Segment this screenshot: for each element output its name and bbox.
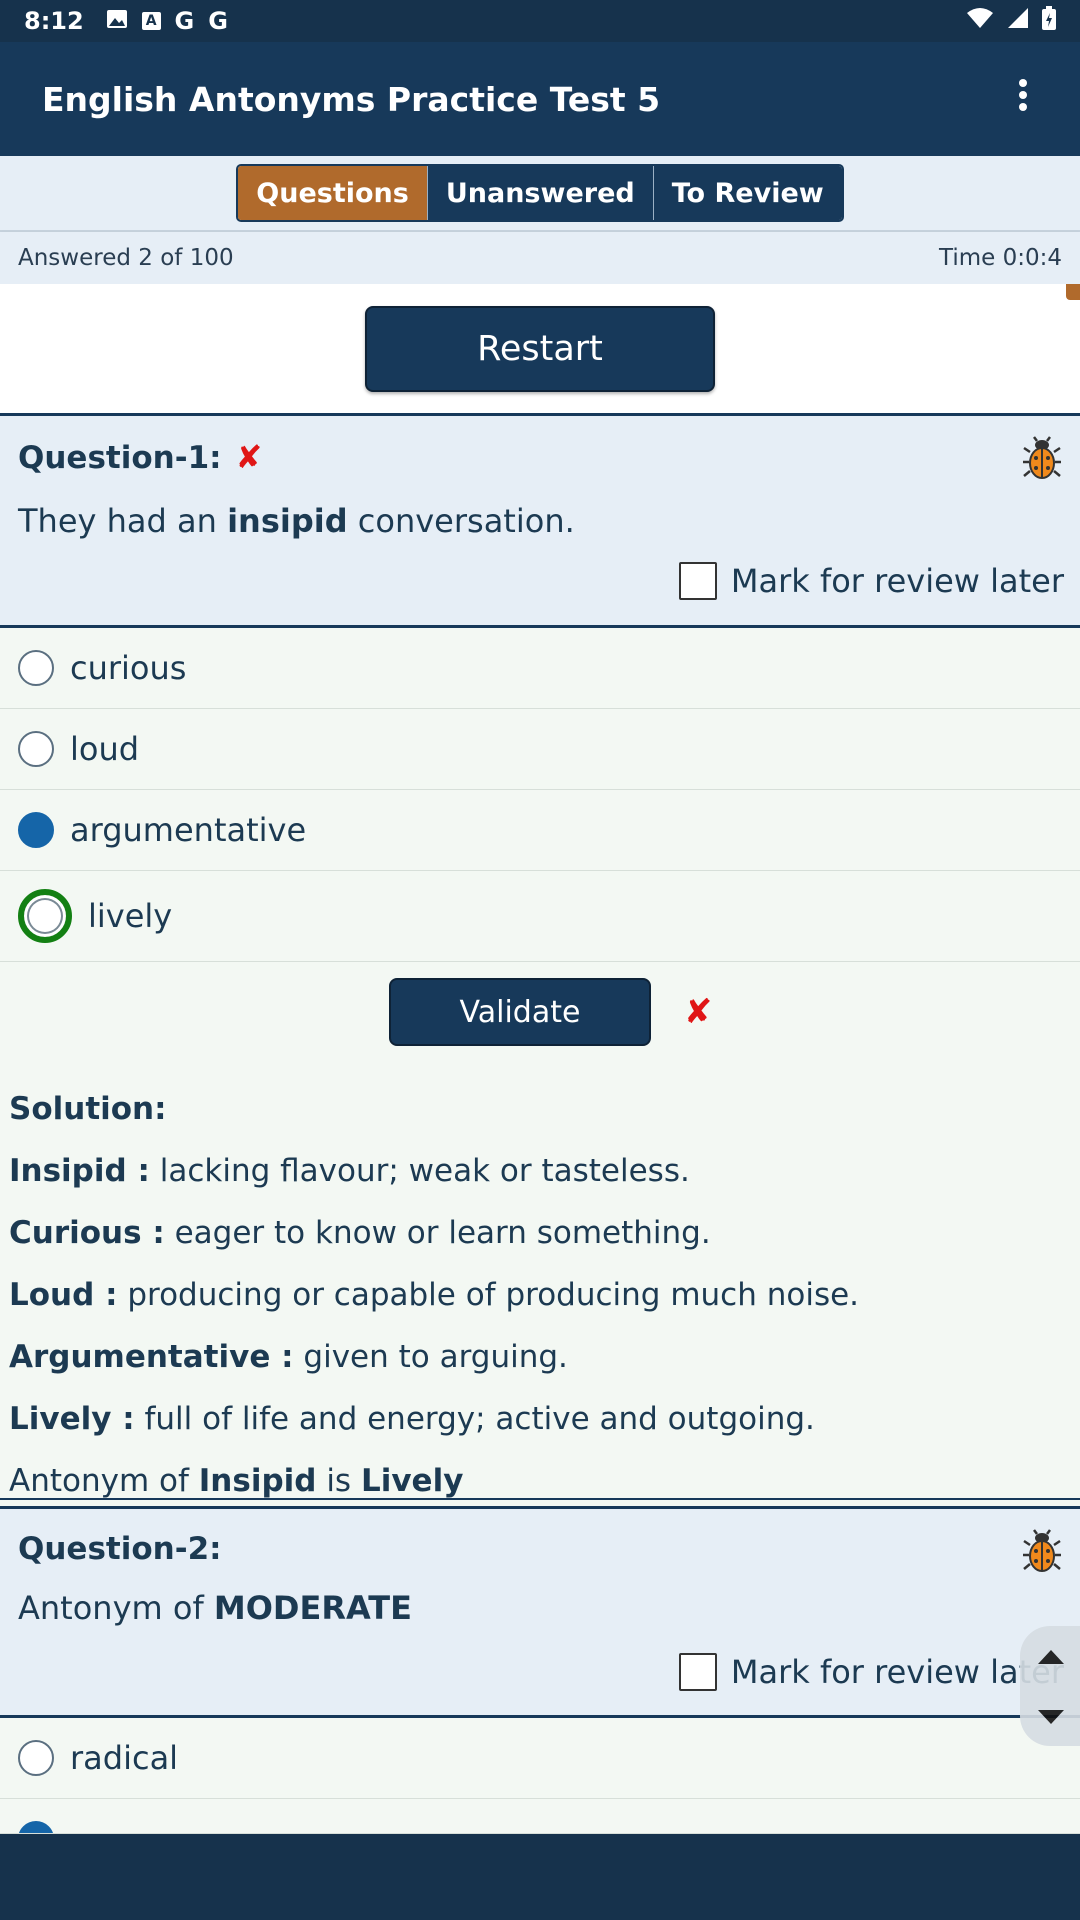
solution-term: Argumentative :	[9, 1339, 294, 1375]
bug-report-icon[interactable]	[1022, 1529, 1062, 1573]
progress-row: Answered 2 of 100 Time 0:0:4	[0, 232, 1080, 284]
review-label: Mark for review later	[730, 562, 1064, 600]
solution-heading-text: Solution:	[9, 1091, 167, 1127]
summary-word: Insipid	[198, 1463, 317, 1499]
question-1-keyword: insipid	[227, 502, 348, 540]
solution-term: Insipid :	[9, 1153, 150, 1189]
g-icon: G	[174, 7, 195, 35]
solution-line: Insipid : lacking flavour; weak or taste…	[9, 1140, 1071, 1202]
g-icon: G	[208, 7, 228, 35]
validate-row: Validate ✘	[0, 962, 1080, 1062]
tab-bar: Questions Unanswered To Review	[0, 156, 1080, 232]
summary-text: is	[316, 1463, 361, 1499]
scroll-down-icon[interactable]	[1038, 1710, 1064, 1724]
question-2-keyword: MODERATE	[213, 1589, 412, 1627]
question-1-text-pre: They had an	[18, 502, 228, 540]
status-time: 8:12	[24, 7, 84, 35]
solution-term: Curious :	[9, 1215, 165, 1251]
radio-button-selected[interactable]	[18, 812, 54, 848]
solution-line: Curious : eager to know or learn somethi…	[9, 1202, 1071, 1264]
solution-line: Lively : full of life and energy; active…	[9, 1388, 1071, 1450]
battery-icon	[1042, 6, 1056, 36]
solution-heading: Solution:	[9, 1078, 1071, 1140]
review-checkbox[interactable]	[678, 1653, 717, 1691]
option-label: lively	[88, 897, 173, 935]
summary-text: Antonym of	[9, 1463, 199, 1499]
solution-line: Loud : producing or capable of producing…	[9, 1264, 1071, 1326]
status-bar: 8:12 A G G	[0, 0, 1080, 42]
solution-definition: given to arguing.	[293, 1339, 568, 1375]
tab-unanswered[interactable]: Unanswered	[426, 166, 653, 220]
mark-for-review-1[interactable]: Mark for review later	[678, 562, 1064, 600]
solution-term: Loud :	[9, 1277, 118, 1313]
scroll-up-icon[interactable]	[1038, 1650, 1064, 1664]
tabs: Questions Unanswered To Review	[236, 164, 844, 222]
option-argumentative[interactable]: argumentative	[0, 790, 1080, 871]
radio-button[interactable]	[18, 650, 54, 686]
review-checkbox[interactable]	[678, 562, 717, 600]
question-1-label: Question-1: ✘	[18, 438, 262, 476]
tab-to-review[interactable]: To Review	[652, 166, 842, 220]
radio-button[interactable]	[18, 731, 54, 767]
question-2-text-pre: Antonym of	[18, 1589, 214, 1627]
radio-button[interactable]	[18, 1740, 54, 1776]
solution-term: Lively :	[9, 1401, 135, 1437]
a-icon: A	[141, 12, 161, 30]
question-1-text: They had an insipid conversation.	[18, 502, 575, 540]
more-options-icon[interactable]	[1008, 78, 1038, 120]
app-bar: English Antonyms Practice Test 5	[0, 42, 1080, 156]
restart-area: Restart	[0, 284, 1080, 416]
tab-questions[interactable]: Questions	[238, 166, 427, 220]
option-label: argumentative	[70, 811, 307, 849]
review-label: Mark for review later	[730, 1653, 1064, 1691]
restart-button[interactable]: Restart	[365, 305, 715, 392]
scroll-control[interactable]	[1020, 1626, 1080, 1746]
question-2-title: Question-2:	[18, 1531, 222, 1567]
mark-for-review-2[interactable]: Mark for review later	[678, 1653, 1064, 1691]
scroll-indicator	[1066, 284, 1080, 300]
solution-definition: producing or capable of producing much n…	[117, 1277, 860, 1313]
question-2-text: Antonym of MODERATE	[18, 1589, 412, 1627]
app-title: English Antonyms Practice Test 5	[42, 79, 661, 119]
solution-panel: Solution: Insipid : lacking flavour; wea…	[0, 1060, 1080, 1500]
wrong-icon: ✘	[235, 438, 263, 476]
radio-button-correct[interactable]	[18, 889, 72, 943]
question-2-header: Question-2: Antonym of MODERATE Mark for…	[0, 1506, 1080, 1718]
solution-definition: eager to know or learn something.	[164, 1215, 711, 1251]
question-1-title: Question-1:	[18, 440, 222, 476]
option-curious[interactable]: curious	[0, 628, 1080, 709]
option-label: radical	[70, 1739, 179, 1777]
option-loud[interactable]: loud	[0, 709, 1080, 790]
wifi-icon	[966, 7, 994, 35]
radio-button-selected[interactable]	[18, 1821, 54, 1833]
elapsed-time: Time 0:0:4	[939, 245, 1062, 271]
question-1-text-post: conversation.	[347, 502, 575, 540]
bug-report-icon[interactable]	[1022, 436, 1062, 480]
solution-definition: lacking flavour; weak or tasteless.	[149, 1153, 690, 1189]
summary-answer: Lively	[360, 1463, 464, 1499]
solution-summary: Antonym of Insipid is Lively	[9, 1450, 1071, 1512]
answered-count: Answered 2 of 100	[18, 245, 234, 271]
option-label: curious	[70, 649, 187, 687]
solution-line: Argumentative : given to arguing.	[9, 1326, 1071, 1388]
system-nav-bar	[0, 1834, 1080, 1920]
image-icon	[106, 7, 128, 35]
option-label: loud	[70, 730, 140, 768]
signal-icon	[1006, 7, 1030, 35]
option-partial[interactable]	[0, 1799, 1080, 1834]
wrong-icon: ✘	[684, 992, 713, 1032]
option-radical[interactable]: radical	[0, 1718, 1080, 1799]
solution-definition: full of life and energy; active and outg…	[134, 1401, 815, 1437]
validate-button[interactable]: Validate	[389, 978, 651, 1046]
option-lively[interactable]: lively	[0, 871, 1080, 962]
question-2-label: Question-2:	[18, 1531, 222, 1567]
question-1-header: Question-1: ✘ They had an insipid convers…	[0, 416, 1080, 628]
